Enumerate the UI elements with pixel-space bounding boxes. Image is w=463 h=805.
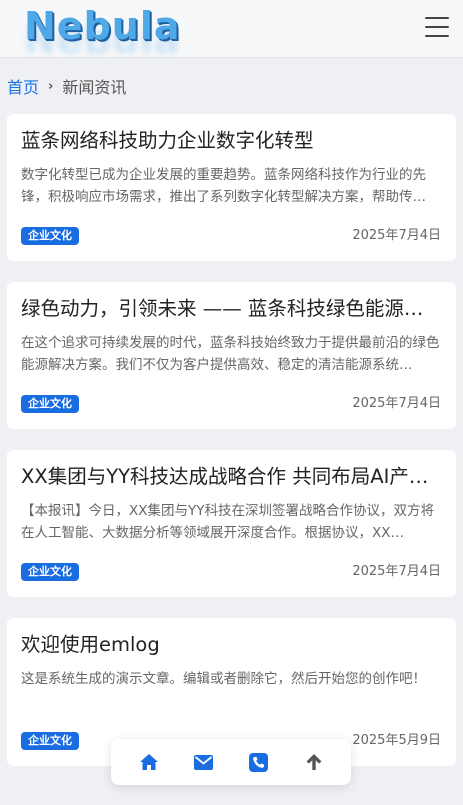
article-tag[interactable]: 企业文化 — [21, 732, 79, 750]
site-logo[interactable]: Nebula — [24, 4, 181, 48]
article-date: 2025年7月4日 — [352, 228, 441, 243]
article-tag[interactable]: 企业文化 — [21, 563, 79, 581]
hamburger-menu-icon[interactable] — [425, 17, 449, 37]
top-navbar: Nebula — [0, 0, 463, 58]
breadcrumb: 首页 › 新闻资讯 — [7, 74, 126, 98]
phone-icon[interactable] — [244, 747, 274, 777]
article-tag[interactable]: 企业文化 — [21, 227, 79, 245]
article-date: 2025年7月4日 — [352, 396, 441, 411]
breadcrumb-separator: › — [48, 78, 54, 94]
arrow-up-icon[interactable] — [299, 747, 329, 777]
article-title[interactable]: 欢迎使用emlog — [21, 631, 441, 659]
article-excerpt: 【本报讯】今日，XX集团与YY科技在深圳签署战略合作协议，双方将在人工智能、大数… — [21, 503, 434, 541]
article-tag[interactable]: 企业文化 — [21, 395, 79, 413]
article-date: 2025年7月4日 — [352, 564, 441, 579]
article-date: 2025年5月9日 — [352, 733, 441, 748]
article-title[interactable]: XX集团与YY科技达成战略合作 共同布局AI产业… — [21, 463, 441, 491]
breadcrumb-current: 新闻资讯 — [62, 78, 127, 97]
breadcrumb-home-link[interactable]: 首页 — [7, 74, 39, 98]
article-excerpt: 这是系统生成的演示文章。编辑或者删除它，然后开始您的创作吧！ — [21, 671, 426, 687]
article-card[interactable]: 绿色动力，引领未来 —— 蓝条科技绿色能源解决… 在这个追求可持续发展的时代，蓝… — [7, 282, 456, 429]
article-card[interactable]: XX集团与YY科技达成战略合作 共同布局AI产业… 【本报讯】今日，XX集团与Y… — [7, 450, 456, 597]
article-excerpt: 数字化转型已成为企业发展的重要趋势。蓝条网络科技作为行业的先锋，积极响应市场需求… — [21, 167, 426, 205]
article-title[interactable]: 绿色动力，引领未来 —— 蓝条科技绿色能源解决… — [21, 295, 441, 323]
article-card[interactable]: 蓝条网络科技助力企业数字化转型 数字化转型已成为企业发展的重要趋势。蓝条网络科技… — [7, 114, 456, 261]
home-icon[interactable] — [134, 747, 164, 777]
mail-icon[interactable] — [189, 747, 219, 777]
article-excerpt: 在这个追求可持续发展的时代，蓝条科技始终致力于提供最前沿的绿色能源解决方案。我们… — [21, 335, 440, 373]
article-title[interactable]: 蓝条网络科技助力企业数字化转型 — [21, 127, 441, 155]
floating-bottom-toolbar — [111, 739, 351, 785]
